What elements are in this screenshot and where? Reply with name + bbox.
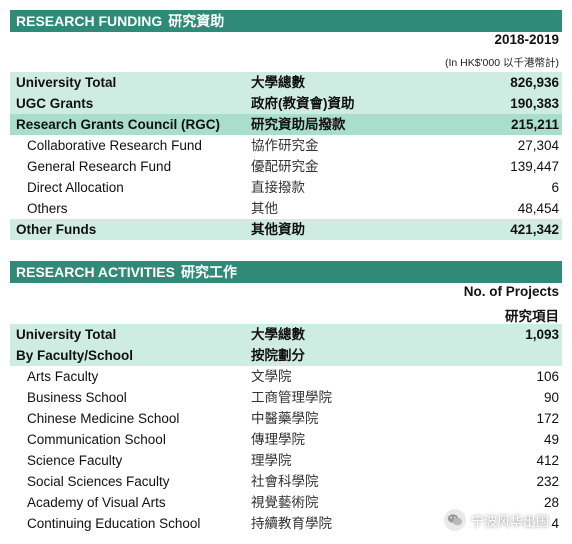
table-row: By Faculty/School 按院劃分 (10, 345, 562, 366)
table-row: Communication School 傳理學院 49 (10, 429, 562, 450)
row-label-zh: 傳理學院 (251, 432, 305, 447)
row-value: 826,936 (510, 75, 559, 90)
wechat-logo-icon (444, 509, 466, 531)
row-value: 49 (543, 432, 559, 447)
row-value: 232 (536, 474, 559, 489)
row-value: 4 (551, 516, 559, 531)
row-label-en: Other Funds (16, 222, 97, 237)
row-value: 190,383 (510, 96, 559, 111)
row-label-zh: 直接撥款 (251, 180, 305, 195)
funding-title-zh: 研究資助 (168, 13, 225, 29)
row-value: 172 (536, 411, 559, 426)
activities-title-zh: 研究工作 (180, 264, 237, 280)
year-heading: 2018-2019 (494, 32, 559, 47)
table-row: Research Grants Council (RGC) 研究資助局撥款 21… (10, 114, 562, 135)
row-label-en: Continuing Education School (27, 516, 201, 531)
row-label-en: Social Sciences Faculty (27, 474, 170, 489)
row-label-zh: 其他 (251, 201, 278, 216)
row-value: 139,447 (510, 159, 559, 174)
row-label-en: By Faculty/School (16, 348, 134, 363)
table-row: Other Funds 其他資助 421,342 (10, 219, 562, 240)
watermark-text: 宁波风华出国 (471, 513, 550, 529)
projects-column-heading-zh: 研究項目 (505, 309, 559, 324)
row-label-zh: 中醫藥學院 (251, 411, 319, 426)
table-row: Direct Allocation 直接撥款 6 (10, 177, 562, 198)
funding-title-en: RESEARCH FUNDING (16, 13, 163, 29)
row-value: 421,342 (510, 222, 559, 237)
row-label-en: University Total (16, 327, 117, 342)
table-row: Business School 工商管理學院 90 (10, 387, 562, 408)
table-row: UGC Grants 政府(教資會)資助 190,383 (10, 93, 562, 114)
row-value: 90 (543, 390, 559, 405)
row-label-zh: 視覺藝術院 (251, 495, 319, 510)
row-label-zh: 持續教育學院 (251, 516, 332, 531)
row-label-zh: 政府(教資會)資助 (251, 96, 355, 111)
row-label-zh: 優配研究金 (251, 159, 319, 174)
row-label-zh: 其他資助 (251, 222, 305, 237)
row-value: 215,211 (510, 117, 559, 132)
activities-section-header: RESEARCH ACTIVITIES 研究工作 (10, 261, 562, 283)
table-row: Chinese Medicine School 中醫藥學院 172 (10, 408, 562, 429)
table-row: Arts Faculty 文學院 106 (10, 366, 562, 387)
row-value: 412 (536, 453, 559, 468)
row-label-en: Collaborative Research Fund (27, 138, 202, 153)
row-label-en: Chinese Medicine School (27, 411, 180, 426)
row-value: 48,454 (517, 201, 559, 216)
row-label-en: Research Grants Council (RGC) (16, 117, 221, 132)
projects-column-heading: No. of Projects (463, 284, 559, 299)
unit-note: (In HK$'000 以千港幣計) (444, 57, 559, 69)
row-label-zh: 社會科學院 (251, 474, 319, 489)
row-label-zh: 按院劃分 (251, 348, 305, 363)
row-value: 106 (536, 369, 559, 384)
row-label-zh: 大學總數 (251, 75, 305, 90)
table-row: University Total 大學總數 826,936 (10, 72, 562, 93)
row-label-zh: 理學院 (251, 453, 292, 468)
table-row: University Total 大學總數 1,093 (10, 324, 562, 345)
row-label-en: General Research Fund (27, 159, 172, 174)
row-label-en: Communication School (27, 432, 166, 447)
row-label-zh: 研究資助局撥款 (251, 117, 346, 132)
row-label-zh: 文學院 (251, 369, 292, 384)
table-row: Science Faculty 理學院 412 (10, 450, 562, 471)
row-label-en: Business School (27, 390, 127, 405)
row-value: 27,304 (517, 138, 559, 153)
watermark: 宁波风华出国 (444, 507, 549, 533)
funding-section-header: RESEARCH FUNDING 研究資助 (10, 10, 562, 32)
row-label-en: Academy of Visual Arts (27, 495, 166, 510)
table-row: General Research Fund 優配研究金 139,447 (10, 156, 562, 177)
row-label-en: UGC Grants (16, 96, 94, 111)
activities-title-en: RESEARCH ACTIVITIES (16, 264, 175, 280)
row-label-zh: 大學總數 (251, 327, 305, 342)
row-label-en: Arts Faculty (27, 369, 99, 384)
row-label-en: Others (27, 201, 68, 216)
row-value: 1,093 (525, 327, 559, 342)
row-label-en: Science Faculty (27, 453, 123, 468)
row-label-en: University Total (16, 75, 117, 90)
row-label-zh: 工商管理學院 (251, 390, 332, 405)
row-label-zh: 協作研究金 (251, 138, 319, 153)
row-value: 6 (551, 180, 559, 195)
table-row: Collaborative Research Fund 協作研究金 27,304 (10, 135, 562, 156)
table-row: Social Sciences Faculty 社會科學院 232 (10, 471, 562, 492)
row-label-en: Direct Allocation (27, 180, 124, 195)
table-row: Others 其他 48,454 (10, 198, 562, 219)
